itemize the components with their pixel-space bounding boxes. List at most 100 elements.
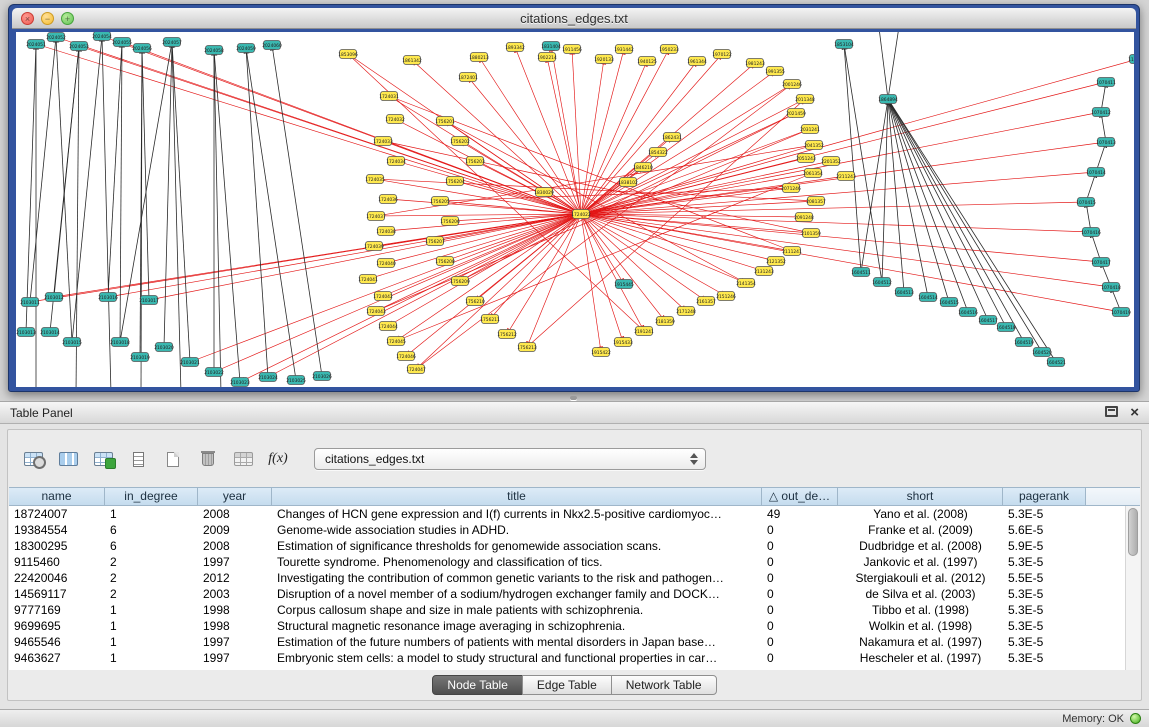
graph-node[interactable]: 2201352 [821,157,841,166]
graph-node[interactable]: 1853096 [338,50,358,59]
graph-node[interactable]: 1070412 [1091,108,1111,117]
graph-node[interactable]: 1724041 [358,275,378,284]
graph-node[interactable]: 2024056 [132,44,152,53]
table-row[interactable]: 1938455462009Genome-wide association stu… [9,522,1125,538]
graph-node[interactable]: 1853104 [834,40,854,49]
graph-node[interactable]: 1604512 [872,278,892,287]
graph-node[interactable]: 2041352 [804,141,824,150]
graph-node[interactable]: 1724022 [571,210,591,219]
graph-node[interactable]: 2111241 [782,247,802,256]
graph-node[interactable]: 2101359 [801,229,821,238]
graph-node[interactable]: 2001246 [782,80,802,89]
column-header-in_degree[interactable]: in_degree [105,488,198,505]
graph-node[interactable]: 1724043 [366,307,386,316]
graph-node[interactable]: 1862431 [662,133,682,142]
graph-node[interactable]: 1070416 [1081,228,1101,237]
column-header-out_degree[interactable]: △ out_de… [762,488,838,505]
graph-node[interactable]: 1724033 [373,137,393,146]
graph-node[interactable]: 1915445 [614,280,634,289]
table-row[interactable]: 946362711997Embryonic stem cells: a mode… [9,650,1125,666]
graph-node[interactable]: 1756207 [425,237,445,246]
graph-node[interactable]: 1756205 [430,197,450,206]
graph-node[interactable]: 1604515 [939,298,959,307]
graph-node[interactable]: 1756208 [435,257,455,266]
table-scrollbar-thumb[interactable] [1128,508,1138,556]
graph-node[interactable]: 1861342 [402,56,422,65]
table-row[interactable]: 1830029562008Estimation of significance … [9,538,1125,554]
graph-node[interactable]: 1604513 [894,288,914,297]
graph-node[interactable]: 1756213 [517,343,537,352]
graph-node[interactable]: 2161357 [696,297,716,306]
graph-node[interactable]: 1864894 [878,95,898,104]
graph-node[interactable]: 1724040 [376,259,396,268]
graph-node[interactable]: 1756202 [450,137,470,146]
graph-node[interactable]: 2081357 [806,197,826,206]
graph-node[interactable]: 1070419 [1111,308,1131,317]
graph-node[interactable]: 2103017 [139,296,159,305]
table-row[interactable]: 1456911722003Disruption of a novel membe… [9,586,1125,602]
graph-node[interactable]: 1070418 [1101,283,1121,292]
graph-node[interactable]: 2103020 [154,343,174,352]
table-row[interactable]: 2242004622012Investigating the contribut… [9,570,1125,586]
graph-node[interactable]: 1830029 [534,188,554,197]
graph-node[interactable]: 1724031 [379,92,399,101]
graph-node[interactable]: 2024060 [262,41,282,50]
graph-node[interactable]: 1981243 [745,59,765,68]
graph-node[interactable]: 1604520 [1032,348,1052,357]
graph-node[interactable]: 1756211 [480,315,500,324]
graph-node[interactable]: 1756203 [465,157,485,166]
graph-node[interactable]: 2103024 [258,373,278,382]
graph-node[interactable]: 1604519 [1014,338,1034,347]
tab-network-table[interactable]: Network Table [611,675,717,695]
graph-node[interactable]: 1604518 [996,323,1016,332]
graph-node[interactable]: 1756209 [450,277,470,286]
graph-node[interactable]: 2024058 [204,46,224,55]
graph-node[interactable]: 2103019 [130,353,150,362]
table-row[interactable]: 969969511998Structural magnetic resonanc… [9,618,1125,634]
memory-indicator[interactable] [1130,713,1141,724]
graph-node[interactable]: 1154808 [1128,55,1134,64]
float-panel-button[interactable] [1105,404,1118,422]
graph-node[interactable]: 1756210 [465,297,485,306]
select-columns-button[interactable] [53,445,83,473]
graph-node[interactable]: 2103018 [110,338,130,347]
graph-node[interactable]: 1724032 [385,115,405,124]
window-minimize-button[interactable]: − [41,12,54,25]
graph-node[interactable]: 1838102 [618,178,638,187]
table-row[interactable]: 1872400712008Changes of HCN gene express… [9,506,1125,522]
graph-node[interactable]: 2103026 [312,372,332,381]
new-table-button[interactable] [158,445,188,473]
graph-node[interactable]: 2103015 [62,338,82,347]
graph-node[interactable]: 2071246 [781,184,801,193]
panel-resize-handle[interactable] [570,396,577,400]
column-header-short[interactable]: short [838,488,1003,505]
graph-node[interactable]: 2024052 [46,33,66,42]
graph-node[interactable]: 2103013 [16,328,36,337]
graph-node[interactable]: 1756212 [497,330,517,339]
graph-node[interactable]: 2024055 [112,38,132,47]
network-canvas[interactable]: 1724022185309618613421872401188021318933… [16,32,1134,387]
graph-node[interactable]: 1831404 [541,42,561,51]
graph-node[interactable]: 1880213 [469,53,489,62]
graph-node[interactable]: 2103014 [40,328,60,337]
graph-node[interactable]: 1893342 [505,43,525,52]
graph-node[interactable]: 1724036 [378,195,398,204]
table-row[interactable]: 946554611997Estimation of the future num… [9,634,1125,650]
graph-node[interactable]: 1070413 [1096,138,1116,147]
table-settings-button[interactable] [18,445,48,473]
graph-node[interactable]: 2103025 [286,376,306,385]
graph-node[interactable]: 1724038 [376,227,396,236]
graph-node[interactable]: 2181359 [655,317,675,326]
graph-node[interactable]: 1846210 [633,163,653,172]
graph-node[interactable]: 1915433 [613,338,633,347]
graph-node[interactable]: 1604511 [851,268,871,277]
graph-node[interactable]: 1911456 [562,45,582,54]
graph-node[interactable]: 1724034 [386,157,406,166]
graph-node[interactable]: 1070417 [1091,258,1111,267]
graph-node[interactable]: 1724037 [366,212,386,221]
window-titlebar[interactable]: × − + citations_edges.txt [12,8,1136,29]
row-options-button[interactable] [123,445,153,473]
graph-node[interactable]: 1756204 [445,177,465,186]
network-graph-svg[interactable]: 1724022185309618613421872401188021318933… [16,32,1134,387]
graph-node[interactable]: 1950233 [659,45,679,54]
